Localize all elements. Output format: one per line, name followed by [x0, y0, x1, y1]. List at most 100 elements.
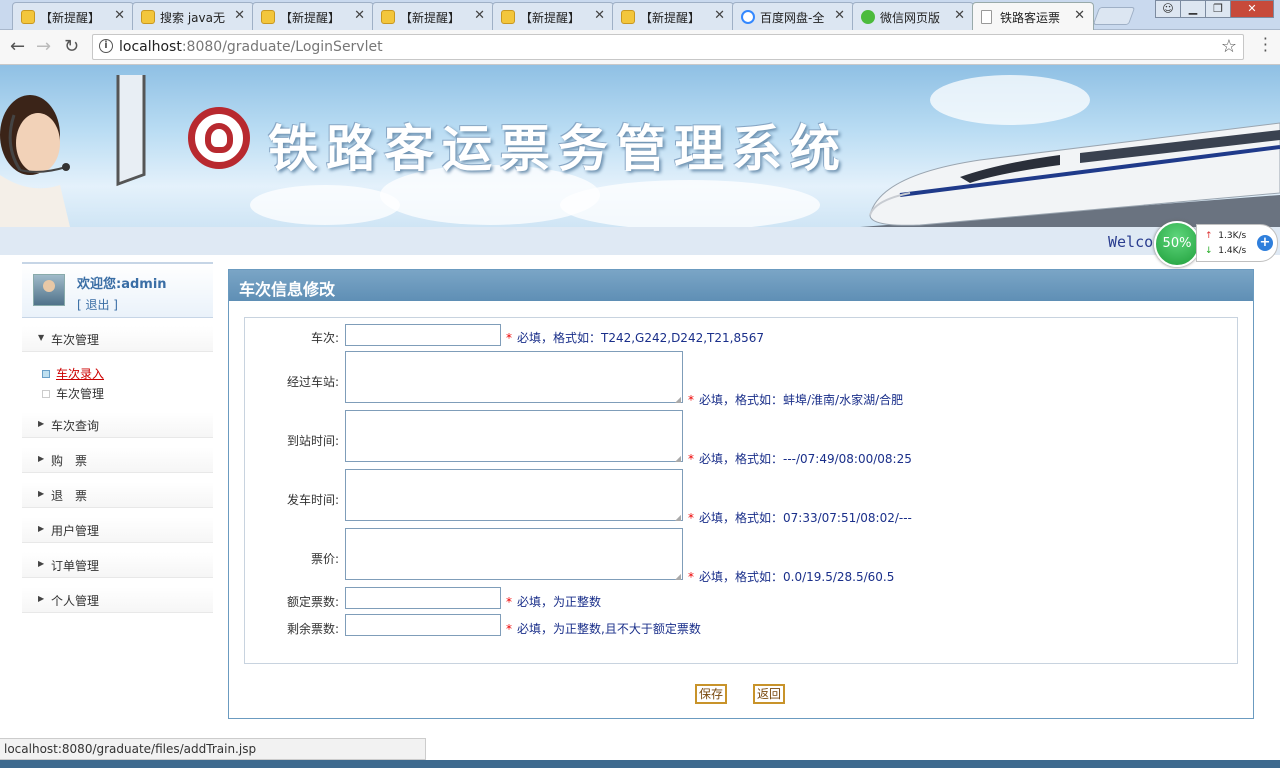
- os-taskbar: [0, 760, 1280, 768]
- stations-textarea[interactable]: [345, 351, 683, 404]
- hint-text: 必填，格式如：T242,G242,D242,T21,8567: [517, 331, 764, 345]
- close-icon[interactable]: ✕: [234, 8, 245, 23]
- network-speed-ball[interactable]: 50%: [1154, 221, 1200, 267]
- browser-tab-active[interactable]: 铁路客运票 ✕: [972, 2, 1094, 31]
- close-icon[interactable]: ✕: [1074, 8, 1085, 23]
- sidebar-item-refund-ticket[interactable]: ▶ 退 票: [22, 482, 213, 508]
- operator-illustration: [0, 75, 146, 227]
- tab-title: 【新提醒】: [400, 11, 461, 25]
- hint-icon: [141, 10, 155, 24]
- sidebar-item-personal-management[interactable]: ▶ 个人管理: [22, 587, 213, 613]
- triangle-right-icon: ▶: [38, 559, 45, 568]
- network-speed-panel: ↑ 1.3K/s ↓ 1.4K/s +: [1196, 224, 1278, 262]
- sidebar-item-buy-ticket[interactable]: ▶ 购 票: [22, 447, 213, 473]
- sidebar-item-label: 个人管理: [51, 594, 100, 608]
- departure-time-textarea[interactable]: [345, 469, 683, 522]
- triangle-right-icon: ▶: [38, 594, 45, 603]
- down-arrow-icon: ↓: [1205, 246, 1213, 256]
- logout-link[interactable]: [ 退出 ]: [77, 296, 118, 313]
- plus-icon[interactable]: +: [1257, 235, 1273, 251]
- hint-text: 必填，格式如：07:33/07:51/08:02/---: [699, 511, 912, 525]
- site-banner: 铁路客运票务管理系统: [0, 65, 1280, 227]
- train-form: 车次: * 必填，格式如：T242,G242,D242,T21,8567 经过车站…: [244, 317, 1238, 664]
- url-path: :8080/graduate/LoginServlet: [181, 39, 383, 55]
- triangle-right-icon: ▶: [38, 454, 45, 463]
- browser-tab[interactable]: 【新提醒】 ✕: [372, 2, 494, 30]
- browser-tab[interactable]: 微信网页版 ✕: [852, 2, 974, 30]
- cloud-decoration: [250, 185, 400, 225]
- back-arrow-icon[interactable]: ←: [10, 36, 25, 57]
- close-icon[interactable]: ✕: [954, 8, 965, 23]
- panel-title: 车次信息修改: [229, 270, 1253, 301]
- browser-tab[interactable]: 【新提醒】 ✕: [492, 2, 614, 30]
- sidebar-item-order-management[interactable]: ▶ 订单管理: [22, 552, 213, 578]
- stations-hint: * 必填，格式如：蚌埠/淮南/水家湖/合肥: [688, 391, 903, 408]
- tab-title: 百度网盘-全: [760, 11, 825, 25]
- close-icon[interactable]: ✕: [354, 8, 365, 23]
- sidebar-subitem-label: 车次录入: [56, 367, 105, 381]
- close-icon[interactable]: ✕: [114, 8, 125, 23]
- hint-icon: [21, 10, 35, 24]
- sidebar-subitem-train-manage[interactable]: 车次管理: [42, 385, 104, 402]
- triangle-right-icon: ▶: [38, 419, 45, 428]
- required-mark: *: [688, 393, 694, 407]
- sidebar-item-label: 订单管理: [51, 559, 100, 573]
- avatar: [33, 274, 65, 306]
- tab-title: 铁路客运票: [1000, 11, 1061, 25]
- hint-text: 必填，格式如：蚌埠/淮南/水家湖/合肥: [699, 393, 904, 407]
- required-mark: *: [688, 452, 694, 466]
- close-icon[interactable]: ✕: [834, 8, 845, 23]
- welcome-strip: Welco: [0, 227, 1280, 255]
- info-icon[interactable]: i: [99, 39, 113, 53]
- new-tab-button[interactable]: [1092, 7, 1136, 25]
- browser-toolbar: ← → ↻ i localhost:8080/graduate/LoginSer…: [0, 30, 1280, 65]
- download-speed: ↓ 1.4K/s: [1205, 246, 1246, 256]
- address-bar[interactable]: i localhost:8080/graduate/LoginServlet ☆: [92, 34, 1244, 60]
- field-label-arrival-time: 到站时间:: [286, 434, 339, 448]
- triangle-right-icon: ▶: [38, 489, 45, 498]
- close-window-button[interactable]: ✕: [1230, 0, 1274, 18]
- sidebar-item-train-management[interactable]: ▼ 车次管理: [22, 326, 213, 352]
- url-text[interactable]: localhost:8080/graduate/LoginServlet: [119, 39, 383, 55]
- remaining-tickets-input[interactable]: [345, 614, 501, 636]
- field-label-rated-tickets: 额定票数:: [286, 595, 339, 609]
- user-icon[interactable]: ☺: [1155, 0, 1181, 18]
- wechat-icon: [861, 10, 875, 24]
- field-label-remaining-tickets: 剩余票数:: [286, 622, 339, 636]
- browser-tab[interactable]: 【新提醒】 ✕: [252, 2, 374, 30]
- minimize-button[interactable]: ▁: [1180, 0, 1206, 18]
- tab-title: 【新提醒】: [40, 11, 101, 25]
- arrival-time-textarea[interactable]: [345, 410, 683, 463]
- sidebar-item-train-query[interactable]: ▶ 车次查询: [22, 412, 213, 438]
- train-number-input[interactable]: [345, 324, 501, 346]
- save-button[interactable]: 保存: [695, 684, 728, 704]
- maximize-button[interactable]: ❐: [1205, 0, 1231, 18]
- close-icon[interactable]: ✕: [594, 8, 605, 23]
- upload-speed: ↑ 1.3K/s: [1205, 231, 1246, 241]
- browser-tab[interactable]: 【新提醒】 ✕: [612, 2, 734, 30]
- up-arrow-icon: ↑: [1205, 231, 1213, 241]
- browser-tab[interactable]: 搜索 java无 ✕: [132, 2, 254, 30]
- browser-tab[interactable]: 【新提醒】 ✕: [12, 2, 134, 30]
- menu-dots-icon[interactable]: · · ·: [1263, 31, 1268, 59]
- document-icon: [981, 10, 992, 24]
- browser-tab[interactable]: 百度网盘-全 ✕: [732, 2, 854, 30]
- sidebar-item-user-management[interactable]: ▶ 用户管理: [22, 517, 213, 543]
- tab-title: 搜索 java无: [160, 11, 225, 25]
- sidebar-subitem-train-entry[interactable]: 车次录入: [42, 365, 104, 382]
- bookmark-star-icon[interactable]: ☆: [1221, 36, 1237, 57]
- close-icon[interactable]: ✕: [714, 8, 725, 23]
- rated-tickets-input[interactable]: [345, 587, 501, 609]
- tab-title: 【新提醒】: [520, 11, 581, 25]
- download-speed-value: 1.4K/s: [1218, 246, 1247, 256]
- price-textarea[interactable]: [345, 528, 683, 581]
- sidebar-item-label: 车次管理: [51, 333, 100, 347]
- forward-arrow-icon[interactable]: →: [36, 36, 51, 57]
- reload-icon[interactable]: ↻: [64, 36, 79, 57]
- remaining-tickets-hint: * 必填，为正整数,且不大于额定票数: [506, 620, 701, 637]
- close-icon[interactable]: ✕: [474, 8, 485, 23]
- scrolling-welcome-text: Welco: [1108, 233, 1154, 251]
- welcome-text: 欢迎您:admin: [77, 277, 167, 292]
- back-button[interactable]: 返回: [753, 684, 786, 704]
- tab-title: 微信网页版: [880, 11, 941, 25]
